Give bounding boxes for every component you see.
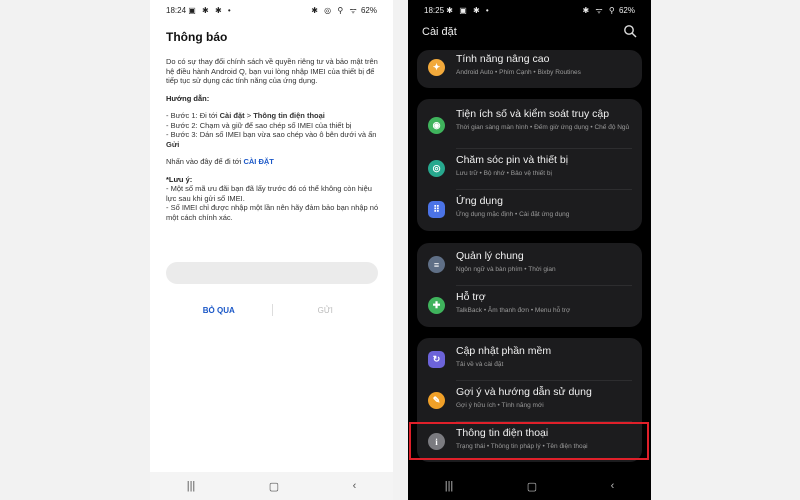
note1-text: - Một số mã ưu đãi bạn đã lấy trước đó c… [166, 184, 372, 203]
settings-item-software-update[interactable]: ↻ Cập nhật phần mềm Tải về và cài đặt [417, 340, 642, 381]
note-label: *Lưu ý: [166, 174, 193, 184]
settings-item-device-care[interactable]: ◎ Chăm sóc pin và thiết bị Lưu trữ • Bộ … [417, 149, 642, 190]
step3-text: - Bước 3: Dán số IMEI bạn vừa sao chép v… [166, 130, 377, 139]
guide-label: Hướng dẫn: [166, 93, 210, 103]
settings-item-advanced-features[interactable]: ✦ Tính năng nâng cao Android Auto • Phím… [417, 48, 642, 89]
note2-text: - Số IMEI chỉ được nhập một lần nên hãy … [166, 203, 379, 222]
item-subtitle: Ứng dụng mặc định • Cài đặt ứng dụng [456, 211, 570, 218]
settings-item-apps[interactable]: ⠿ Ứng dụng Ứng dụng mặc định • Cài đặt ứ… [417, 190, 642, 231]
dialog-buttons: BỎ QUA GỬI [166, 302, 378, 318]
settings-group-3: ≡ Quản lý chung Ngôn ngữ và bàn phím • T… [417, 243, 642, 327]
battery-level: 62% [360, 5, 377, 15]
step2-text: - Bước 2: Chạm và giữ để sao chép số IME… [166, 120, 352, 130]
item-subtitle: Tải về và cài đặt [456, 361, 504, 368]
software-update-icon: ↻ [428, 351, 445, 368]
system-icons: ✱ ᯤ ⚲ [582, 5, 617, 15]
status-time: 18:24 [166, 5, 187, 15]
item-title: Hỗ trợ [456, 291, 486, 303]
home-icon[interactable]: ▢ [269, 480, 279, 493]
step1-text: - Bước 1: Đi tới [166, 111, 220, 120]
item-subtitle: Thời gian sàng màn hình • Đếm giờ ứng dụ… [456, 124, 630, 131]
status-time: 18:25 [424, 5, 445, 15]
home-icon[interactable]: ▢ [527, 480, 537, 493]
tips-icon: ✎ [428, 392, 445, 409]
general-management-icon: ≡ [428, 256, 445, 273]
digital-wellbeing-icon: ◉ [428, 117, 445, 134]
settings-group-1: ✦ Tính năng nâng cao Android Auto • Phím… [417, 50, 642, 88]
settings-item-accessibility[interactable]: ✚ Hỗ trợ TalkBack • Âm thanh đơn • Menu … [417, 286, 642, 327]
item-subtitle: Android Auto • Phím Cạnh • Bixby Routine… [456, 69, 581, 76]
item-title: Tiện ích số và kiểm soát truy cập [456, 108, 610, 120]
navigation-bar: ||| ▢ ‹ [150, 472, 393, 500]
item-title: Cập nhật phần mềm [456, 345, 552, 357]
item-subtitle: Gợi ý hữu ích • Tính năng mới [456, 402, 544, 409]
recent-apps-icon[interactable]: ||| [445, 480, 454, 492]
settings-item-digital-wellbeing[interactable]: ◉ Tiện ích số và kiểm soát truy cập Thời… [417, 103, 642, 149]
item-title: Gợi ý và hướng dẫn sử dụng [456, 386, 592, 398]
settings-item-tips[interactable]: ✎ Gợi ý và hướng dẫn sử dụng Gợi ý hữu í… [417, 381, 642, 422]
status-bar: 18:24 ▣ ✱ ✱ • ✱ ◎ ⚲ ᯤ 62% [150, 0, 393, 20]
item-subtitle: Lưu trữ • Bộ nhớ • Bảo vệ thiết bị [456, 170, 552, 177]
item-subtitle: Ngôn ngữ và bàn phím • Thời gian [456, 266, 556, 273]
imei-input[interactable] [166, 262, 378, 284]
item-subtitle: TalkBack • Âm thanh đơn • Menu hỗ trợ [456, 307, 571, 314]
accessibility-icon: ✚ [428, 297, 445, 314]
step1-settings: Cài đặt [219, 111, 245, 120]
tap-here-text: Nhấn vào đây để đi tới [166, 157, 244, 166]
notification-icons: ✱ ▣ ✱ • [446, 5, 491, 15]
recent-apps-icon[interactable]: ||| [187, 480, 196, 492]
step1-separator: > [244, 111, 254, 120]
step3-send: Gửi [166, 139, 180, 149]
back-icon[interactable]: ‹ [611, 480, 615, 492]
page-title: Cài đặt [422, 26, 457, 38]
apps-icon: ⠿ [428, 201, 445, 218]
dialog-body: Do có sự thay đổi chính sách về quyền ri… [166, 57, 380, 230]
settings-link[interactable]: CÀI ĐẶT [243, 157, 273, 166]
battery-level: 62% [618, 5, 635, 15]
send-button[interactable]: GỬI [273, 306, 379, 315]
device-care-icon: ◎ [428, 160, 445, 177]
step1-phone-info: Thông tin điện thoại [253, 111, 325, 120]
item-title: Tính năng nâng cao [456, 53, 550, 65]
advanced-features-icon: ✦ [428, 59, 445, 76]
settings-group-2: ◉ Tiện ích số và kiểm soát truy cập Thời… [417, 99, 642, 231]
skip-button[interactable]: BỎ QUA [166, 306, 272, 315]
dialog-title: Thông báo [166, 30, 228, 44]
item-title: Ứng dụng [456, 195, 503, 207]
system-icons: ✱ ◎ ⚲ ᯤ [311, 5, 359, 15]
settings-item-general-management[interactable]: ≡ Quản lý chung Ngôn ngữ và bàn phím • T… [417, 245, 642, 286]
search-icon[interactable] [623, 24, 637, 38]
back-icon[interactable]: ‹ [353, 480, 357, 492]
intro-text: Do có sự thay đổi chính sách về quyền ri… [166, 57, 378, 85]
settings-screen: 18:25 ✱ ▣ ✱ • ✱ ᯤ ⚲ 62% Cài đặt ✦ Tính n… [408, 0, 651, 500]
highlight-box [409, 422, 649, 460]
status-bar: 18:25 ✱ ▣ ✱ • ✱ ᯤ ⚲ 62% [408, 0, 651, 20]
notification-icons: ▣ ✱ ✱ • [188, 5, 233, 15]
item-title: Chăm sóc pin và thiết bị [456, 154, 569, 166]
item-title: Quản lý chung [456, 250, 524, 262]
imei-notice-screen: 18:24 ▣ ✱ ✱ • ✱ ◎ ⚲ ᯤ 62% Thông báo Do c… [150, 0, 393, 500]
navigation-bar: ||| ▢ ‹ [408, 472, 651, 500]
